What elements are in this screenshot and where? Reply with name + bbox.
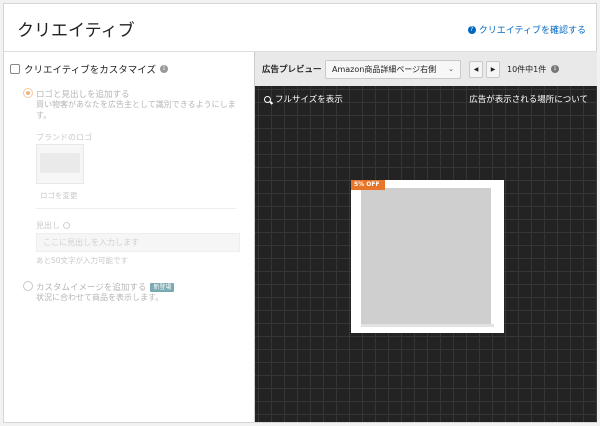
help-icon: ? [467, 25, 476, 34]
page-title: クリエイティブ [17, 21, 135, 41]
ad-preview: 5% OFF [351, 180, 504, 333]
next-button[interactable]: ▶ [486, 61, 500, 78]
discount-badge: 5% OFF [351, 180, 385, 190]
brand-logo-label: ブランドのロゴ [36, 133, 92, 142]
fullsize-link[interactable]: フルサイズを表示 [264, 93, 343, 105]
chevron-down-icon: ⌄ [448, 65, 454, 73]
headline-input[interactable]: ここに見出しを入力します [36, 233, 240, 252]
confirm-creative-link-label: クリエイティブを確認する [478, 26, 586, 36]
where-shown-link[interactable]: 広告が表示される場所について [469, 93, 588, 105]
fullsize-label: フルサイズを表示 [275, 95, 343, 105]
creative-card: クリエイティブ ? クリエイティブを確認する クリエイティブをカスタマイズ i … [3, 3, 597, 423]
divider [36, 208, 236, 209]
customize-checkbox[interactable] [10, 64, 20, 74]
change-logo-link[interactable]: ロゴを変更 [40, 190, 78, 201]
customize-panel: クリエイティブをカスタマイズ i ロゴと見出しを追加する 買い物客があなたを広告… [4, 52, 254, 422]
custom-image-radio[interactable] [23, 281, 33, 291]
customize-label: クリエイティブをカスタマイズ [24, 65, 156, 76]
ad-image [361, 188, 491, 325]
preview-count: 10件中1件 [507, 65, 547, 74]
option-logo-description: 買い物客があなたを広告主として識別できるようにします。 [36, 100, 236, 120]
preview-stage: フルサイズを表示 広告が表示される場所について 5% OFF [255, 86, 597, 422]
prev-button[interactable]: ◀ [469, 61, 483, 78]
headline-label-row: 見出し [36, 220, 70, 231]
confirm-creative-link[interactable]: ? クリエイティブを確認する [467, 23, 586, 36]
placement-select-value: Amazon商品詳細ページ右側 [332, 65, 437, 74]
headline-label: 見出し [36, 221, 60, 230]
ad-preview-panel: 広告プレビュー Amazon商品詳細ページ右側 ⌄ ◀ ▶ 10件中1件 i フ… [254, 52, 597, 422]
logo-headline-radio[interactable] [23, 88, 33, 98]
brand-logo-preview[interactable] [36, 144, 84, 184]
preview-toolbar: 広告プレビュー Amazon商品詳細ページ右側 ⌄ ◀ ▶ 10件中1件 i [255, 52, 597, 86]
search-icon [264, 95, 271, 103]
ad-image-shadow [361, 324, 494, 327]
customize-checkbox-row[interactable]: クリエイティブをカスタマイズ i [10, 62, 168, 76]
new-badge: 新登場 [150, 282, 175, 292]
remaining-characters: あと50文字が入力可能です [36, 256, 129, 265]
header: クリエイティブ ? クリエイティブを確認する [4, 4, 596, 52]
option-custom-description: 状況に合わせて商品を表示します。 [36, 293, 164, 302]
headline-info-icon [63, 222, 70, 229]
info-icon[interactable]: i [159, 65, 168, 73]
placement-select[interactable]: Amazon商品詳細ページ右側 ⌄ [325, 60, 461, 79]
info-icon[interactable]: i [551, 65, 559, 73]
preview-label: 広告プレビュー [262, 65, 322, 75]
